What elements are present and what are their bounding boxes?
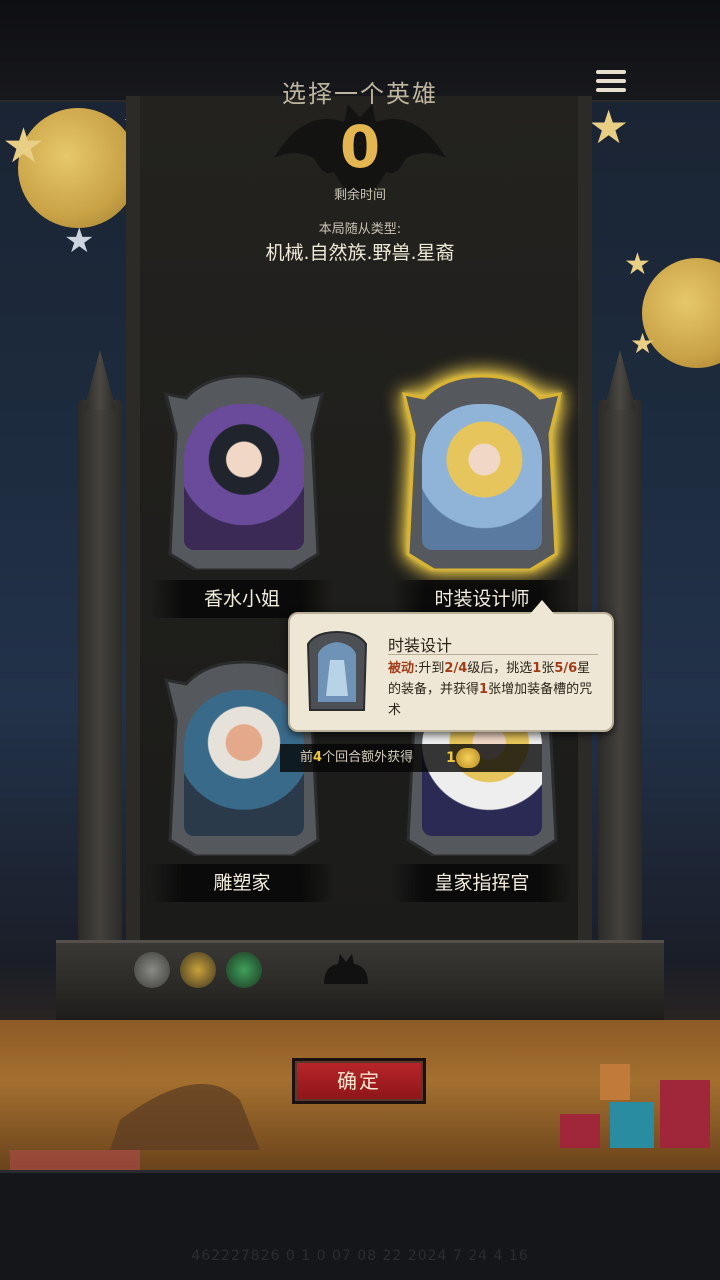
cat-figurine-icon (324, 954, 368, 984)
bonus-count: 4 (313, 750, 323, 765)
watermark-text: 462227826 0 1 0 07 08 22 2024 7 24 4 16 (191, 1248, 529, 1264)
tooltip-number: 1 (532, 661, 542, 676)
hero-power-icon (306, 630, 368, 711)
tooltip-number: 1 (479, 682, 489, 697)
minion-types-list: 机械.自然族.野兽.星裔 (265, 242, 455, 264)
minion-types-label: 本局随从类型: (318, 222, 402, 237)
bonus-suffix: 个回合额外获得 (322, 750, 414, 765)
timer-label: 剩余时间 (333, 188, 386, 203)
bonus-info: 前4个回合额外获得 1 (280, 744, 542, 772)
tooltip-text: :升到 (414, 661, 445, 676)
hero-portrait (184, 404, 304, 550)
socket-gold-icon[interactable] (180, 952, 216, 988)
tooltip-number: 2/4 (444, 661, 468, 676)
hero-power-tooltip: 时装设计 被动:升到2/4级后，挑选1张5/6星的装备，并获得1张增加装备槽的咒… (288, 600, 614, 732)
hamburger-menu-icon[interactable] (596, 70, 626, 98)
hero-card-fashion-designer[interactable] (400, 374, 564, 570)
confirm-button[interactable]: 确定 (292, 1058, 426, 1104)
hero-card-perfume-lady[interactable] (162, 374, 326, 570)
tooltip-description: 被动:升到2/4级后，挑选1张5/6星的装备，并获得1张增加装备槽的咒术 (388, 658, 602, 721)
hero-name: 皇家指挥官 (392, 864, 572, 902)
bonus-prefix: 前 (300, 750, 314, 765)
countdown-timer: 0 (339, 113, 381, 181)
star-decoration: ★ (630, 327, 656, 360)
left-pillar (78, 400, 122, 990)
tooltip-number: 5/6 (554, 661, 578, 676)
tooltip-text: 张 (541, 661, 555, 676)
crown-coin-icon (456, 748, 480, 768)
tooltip-divider (388, 654, 598, 655)
socket-gray-icon[interactable] (134, 952, 170, 988)
tooltip-keyword: 被动 (388, 661, 415, 676)
socket-green-icon[interactable] (226, 952, 262, 988)
hero-portrait (422, 404, 542, 550)
bonus-amount: 1 (446, 750, 456, 766)
hero-name: 雕塑家 (150, 864, 334, 902)
tooltip-text: 级后，挑选 (467, 661, 533, 676)
tooltip-title: 时装设计 (388, 636, 453, 655)
